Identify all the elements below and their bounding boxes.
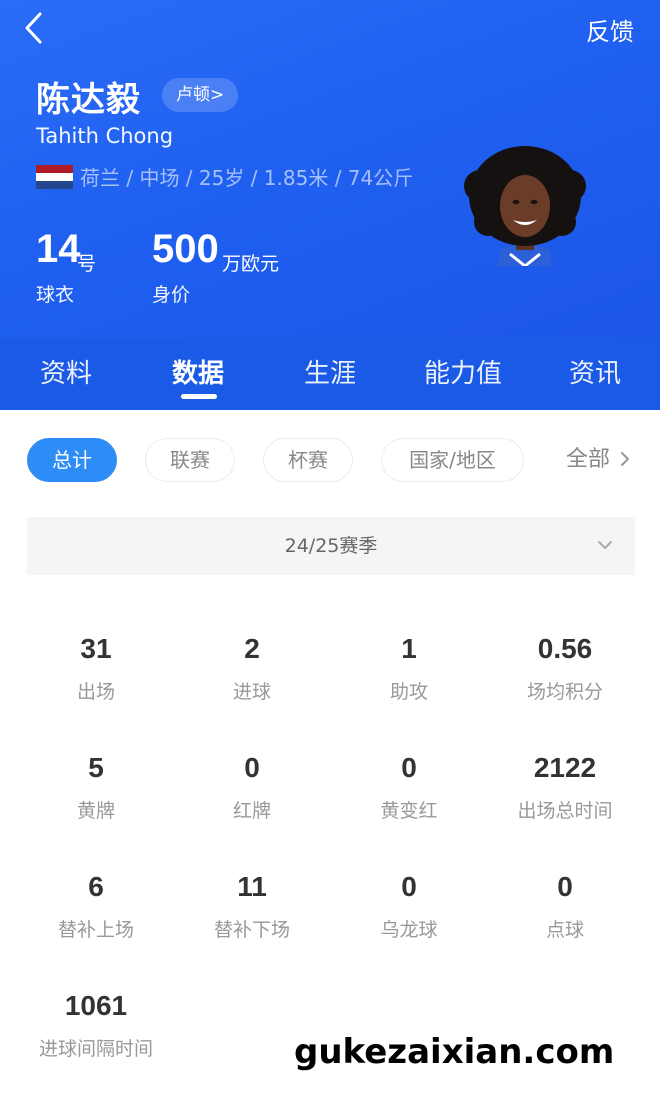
stat-value: 31: [80, 633, 112, 664]
back-button[interactable]: [20, 10, 54, 46]
filter-chip-cup[interactable]: 杯赛: [263, 438, 353, 482]
stat-minutes-per-goal: 1061 进球间隔时间: [18, 986, 174, 1061]
stat-label: 点球: [545, 919, 584, 941]
stat-value: 6: [88, 871, 104, 902]
stat-label: 出场: [76, 681, 115, 703]
tab-profile[interactable]: 资料: [22, 338, 110, 410]
stat-sub-off: 11 替补下场: [174, 867, 330, 942]
stat-points-per-game: 0.56 场均积分: [487, 629, 643, 704]
stat-label: 替补下场: [213, 919, 290, 941]
chevron-right-icon: [621, 452, 630, 466]
tab-data[interactable]: 数据: [154, 338, 242, 410]
stat-label: 出场总时间: [517, 800, 613, 822]
chevron-down-icon: [598, 541, 612, 549]
stat-sub-on: 6 替补上场: [18, 867, 174, 942]
player-avatar: [464, 146, 586, 266]
stat-second-yellow: 0 黄变红: [331, 748, 487, 823]
player-header: 反馈 陈达毅 卢顿> Tahith Chong 荷兰 / 中场 / 25岁 / …: [0, 0, 660, 338]
tab-news[interactable]: 资讯: [551, 338, 639, 410]
active-tab-indicator: [181, 394, 217, 399]
stat-appearances: 31 出场: [18, 629, 174, 704]
stat-value: 0.56: [537, 633, 593, 664]
stat-value: 1: [401, 633, 417, 664]
stat-value: 0: [244, 752, 260, 783]
stat-yellow-cards: 5 黄牌: [18, 748, 174, 823]
filter-more-button[interactable]: 全部: [566, 438, 631, 482]
player-english-name: Tahith Chong: [36, 124, 174, 148]
stat-value: 2122: [533, 752, 597, 783]
shirt-number: 14: [36, 227, 81, 271]
shirt-label: 球衣: [36, 284, 75, 306]
stat-value: 11: [237, 871, 267, 902]
stat-label: 黄牌: [76, 800, 115, 822]
stat-label: 进球间隔时间: [38, 1038, 153, 1060]
stat-red-cards: 0 红牌: [174, 748, 330, 823]
shirt-number-unit: 号: [77, 253, 97, 275]
stat-assists: 1 助攻: [331, 629, 487, 704]
stat-value: 2: [244, 633, 260, 664]
competition-filter: 总计 联赛 杯赛 国家/地区 全部: [0, 410, 660, 510]
stat-label: 红牌: [232, 800, 271, 822]
stat-minutes-played: 2122 出场总时间: [487, 748, 643, 823]
stat-penalties: 0 点球: [487, 867, 643, 942]
player-info: 荷兰 / 中场 / 25岁 / 1.85米 / 74公斤: [80, 166, 414, 190]
stat-label: 场均积分: [526, 681, 603, 703]
filter-chip-national[interactable]: 国家/地区: [381, 438, 524, 482]
stat-goals: 2 进球: [174, 629, 330, 704]
tab-career[interactable]: 生涯: [286, 338, 374, 410]
stat-label: 黄变红: [380, 800, 438, 822]
chevron-left-icon: [25, 12, 42, 44]
netherlands-flag-icon: [36, 165, 73, 189]
feedback-button[interactable]: 反馈: [586, 12, 634, 47]
stat-value: 0: [401, 752, 417, 783]
season-selected-value: 24/25赛季: [284, 535, 378, 557]
tab-bar: 资料 数据 生涯 能力值 资讯: [0, 338, 660, 410]
stat-value: 0: [401, 871, 417, 902]
filter-chip-league[interactable]: 联赛: [145, 438, 235, 482]
club-link[interactable]: 卢顿>: [162, 78, 239, 112]
stat-label: 替补上场: [57, 919, 134, 941]
stat-own-goals: 0 乌龙球: [331, 867, 487, 942]
filter-more-label: 全部: [566, 447, 611, 472]
stat-label: 乌龙球: [380, 919, 438, 941]
market-value-label: 身价: [152, 284, 191, 306]
watermark: gukezaixian.com: [294, 1032, 615, 1072]
player-name: 陈达毅: [36, 80, 141, 120]
tab-ability[interactable]: 能力值: [408, 338, 518, 410]
stat-label: 进球: [232, 681, 271, 703]
stat-value: 1061: [64, 990, 128, 1021]
stat-value: 5: [88, 752, 104, 783]
stat-value: 0: [557, 871, 573, 902]
season-select[interactable]: 24/25赛季: [27, 517, 635, 575]
market-value: 500: [152, 227, 219, 271]
market-value-unit: 万欧元: [222, 253, 280, 275]
filter-chip-total[interactable]: 总计: [27, 438, 117, 482]
stat-label: 助攻: [389, 681, 428, 703]
